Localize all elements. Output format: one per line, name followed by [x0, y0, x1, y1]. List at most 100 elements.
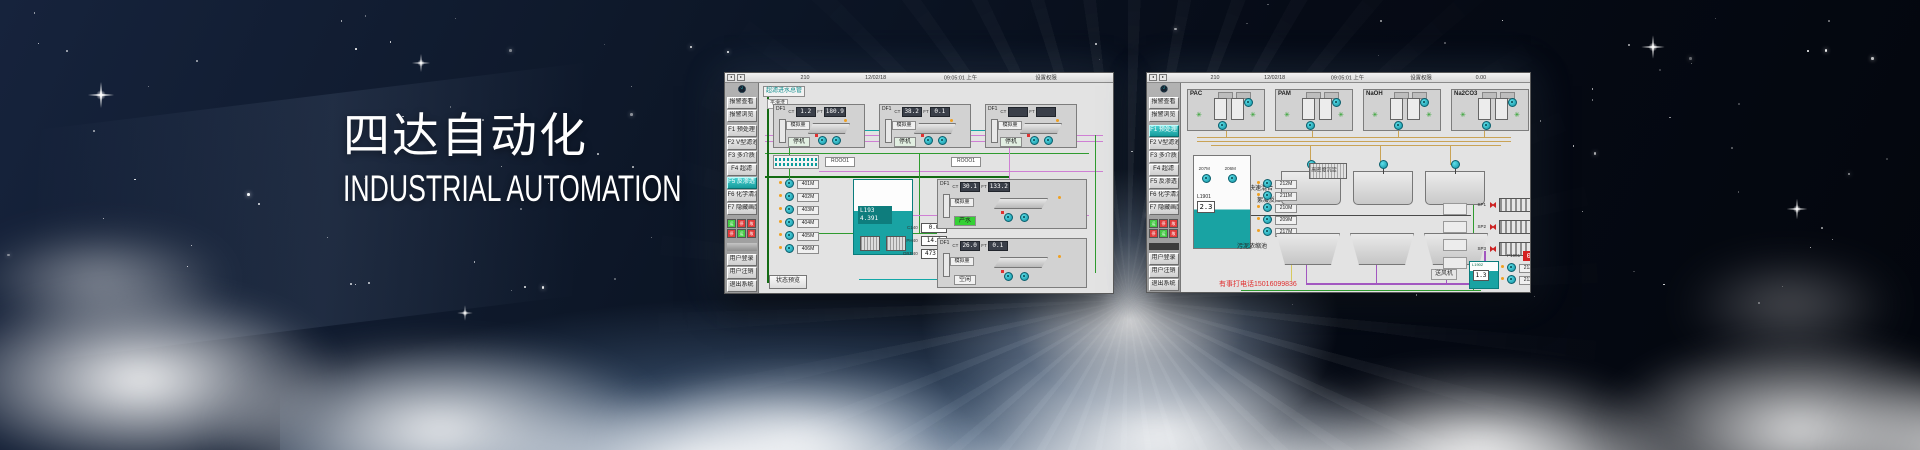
impeller-icon: ✳ [1426, 112, 1432, 119]
titlebar-item: 12/02/18 [866, 75, 887, 80]
pump-icon [1332, 98, 1341, 107]
process-unit: DF1 CT 38.2 FT 0.1 模拟量 [879, 104, 971, 148]
session-button[interactable]: 用户注销 [1149, 266, 1179, 278]
clock-icon [728, 85, 756, 93]
sidebar-f-button[interactable]: F4 超滤 [1149, 164, 1179, 176]
pump-icon [1004, 272, 1013, 281]
titlebar-item: 设置权限 [1410, 73, 1432, 81]
pump-row: 402M [779, 192, 839, 200]
utility-chip [1443, 221, 1467, 233]
sidebar-f-button[interactable]: F7 隐藏画面 [727, 203, 757, 215]
sparkle-star-icon [88, 82, 114, 108]
chemical-tank [1302, 98, 1315, 120]
window-next-button[interactable]: ▸ [737, 74, 745, 81]
agitator-tag: 207M [1199, 166, 1210, 171]
analog-tag: 模拟量 [892, 121, 916, 130]
sidebar-f-button[interactable]: F3 多介质 [727, 151, 757, 163]
valve-dot [1257, 217, 1260, 220]
ct-display: 26.0 [960, 241, 980, 251]
session-button[interactable]: 用户登录 [1149, 253, 1179, 265]
sidebar-f-button[interactable]: F6 化学清洗 [727, 190, 757, 202]
sidebar-f-button[interactable]: F2 V型滤池 [1149, 138, 1179, 150]
valve-icon [1490, 224, 1496, 230]
valve-dot [1058, 196, 1061, 199]
filter-press [1499, 198, 1530, 212]
pump-icon [1508, 98, 1517, 107]
small-tank: L1902 1.3 [1469, 261, 1499, 289]
window-next-button[interactable]: ▸ [1159, 74, 1167, 81]
pump-tag: 210M [1275, 204, 1297, 213]
state-badge: 停机 [1000, 137, 1022, 147]
hmi-canvas-right: PAC ✳ ✳ PAM [1181, 83, 1530, 292]
reaction-tank: 207M 206M L1901 2.3 [1193, 155, 1251, 249]
titlebar-item: 210 [800, 75, 809, 80]
impeller-icon: ✳ [1196, 112, 1202, 119]
session-button[interactable]: 用户注销 [727, 267, 757, 279]
alarm-button[interactable]: 报警查看 [1149, 97, 1179, 109]
pump-icon [1263, 215, 1272, 224]
session-button[interactable]: 退出系统 [727, 280, 757, 292]
pump-row: 404M [779, 218, 839, 226]
sidebar-f-button[interactable]: F5 反渗透 [1149, 177, 1179, 189]
readout-label: P1901 [1504, 253, 1520, 258]
filter-press-row: SP1 [1477, 199, 1530, 211]
rool-chip: ROOO1 [951, 157, 981, 167]
state-badge: 停机 [894, 137, 916, 147]
inlet-pipe [943, 194, 950, 218]
pump-icon [785, 218, 794, 227]
filter-press [1499, 220, 1530, 234]
pump-icon [924, 136, 933, 145]
titlebar-item: 09:05:01 上午 [944, 73, 977, 81]
membrane-rack [808, 123, 850, 134]
status-light: 运行 [1149, 219, 1158, 228]
readout-value: 0.0 [1523, 251, 1530, 261]
alarm-button[interactable]: 报警浏览 [1149, 110, 1179, 122]
utility-chip [1443, 239, 1467, 251]
sidebar-f-button[interactable]: F4 超滤 [727, 164, 757, 176]
session-button[interactable]: 退出系统 [1149, 279, 1179, 291]
valve-dot [779, 233, 782, 236]
chemical-tank [1319, 98, 1332, 120]
pump-icon [785, 192, 794, 201]
valve-dot [1501, 265, 1504, 268]
inlet-pipe [991, 119, 998, 143]
pump-icon [1394, 121, 1403, 130]
valve-dot [1056, 119, 1059, 122]
pump-tag: 211M [1275, 192, 1297, 201]
ct-display: 38.2 [902, 107, 922, 117]
sidebar-f-button[interactable]: F5 反渗透 [727, 177, 757, 189]
preview-button[interactable]: 状态预览 [769, 275, 807, 289]
pump-row: 213M [1501, 263, 1530, 271]
process-unit: DF1 CT 30.1 FT 133.2 模拟量 [937, 179, 1087, 229]
dosing-unit: Na2CO3 ✳ ✳ [1451, 89, 1529, 131]
pump-tag: 401M [797, 180, 819, 189]
window-prev-button[interactable]: ◂ [1149, 74, 1157, 81]
phone-note: 有事打电话15016099836 [1219, 279, 1297, 289]
pump-icon [832, 136, 841, 145]
alarm-button[interactable]: 报警浏览 [727, 110, 757, 122]
sludge-basin [1350, 233, 1414, 265]
hmi-window-right: ◂ ▸ 21012/02/1809:05:01 上午设置权限0.00 报警查看报… [1146, 72, 1531, 293]
status-light: 运行 [1159, 229, 1168, 238]
sidebar-f-button[interactable]: F6 化学清洗 [1149, 190, 1179, 202]
chemical-label: PAC [1190, 91, 1202, 97]
session-button[interactable]: 用户登录 [727, 254, 757, 266]
valve-dot [1257, 205, 1260, 208]
inlet-pipe [779, 119, 786, 143]
alarm-button[interactable]: 报警查看 [727, 97, 757, 109]
pump-row: 209M [1257, 215, 1317, 223]
status-light: 故障 [747, 229, 756, 238]
sidebar-f-button[interactable]: F7 隐藏画面 [1149, 203, 1179, 215]
sidebar-f-button[interactable]: F1 预处理 [727, 125, 757, 137]
sidebar-f-button[interactable]: F2 V型滤池 [727, 138, 757, 150]
sidebar-f-button[interactable]: F1 预处理 [1149, 125, 1179, 137]
chemical-tank [1390, 98, 1403, 120]
pump-icon [1507, 275, 1516, 284]
clock-icon [1150, 85, 1178, 93]
valve-tag: SP3 [1478, 246, 1487, 251]
chemical-tank [1214, 98, 1227, 120]
window-prev-button[interactable]: ◂ [727, 74, 735, 81]
ct-display: 1.2 [796, 107, 816, 117]
sidebar-f-button[interactable]: F3 多介质 [1149, 151, 1179, 163]
dosing-unit: PAM ✳ ✳ [1275, 89, 1353, 131]
